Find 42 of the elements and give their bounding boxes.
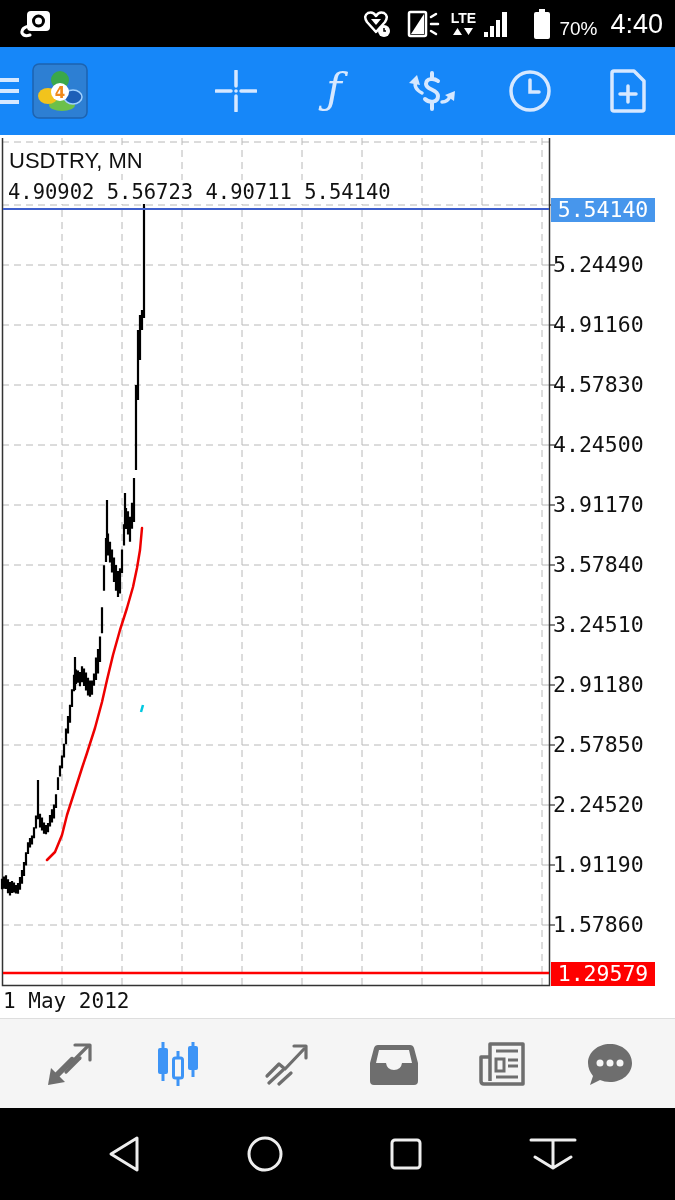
price-axis-label: 1.91190	[553, 852, 644, 878]
price-axis-label: 2.24520	[553, 792, 644, 818]
chat-bubble-icon[interactable]	[587, 1041, 633, 1086]
clock-icon[interactable]	[509, 70, 551, 112]
vibrate-icon	[407, 9, 442, 38]
price-axis-label: 2.91180	[553, 672, 644, 698]
price-axis-label: 3.24510	[553, 612, 644, 638]
heart-alarm-icon	[363, 9, 392, 38]
document-plus-icon[interactable]	[610, 69, 646, 113]
battery-percent: 70%	[559, 17, 598, 40]
trend-arrow-icon[interactable]	[263, 1041, 309, 1086]
indicator-dash	[139, 704, 145, 713]
price-axis-label: 5.24490	[553, 252, 644, 278]
menu-icon[interactable]	[0, 78, 19, 104]
function-button[interactable]: ƒ	[316, 59, 352, 123]
price-axis-label: 4.91160	[553, 312, 644, 338]
crosshair-icon[interactable]	[215, 70, 257, 112]
ohlc-values: 4.90902 5.56723 4.90711 5.54140	[8, 180, 391, 204]
exchange-arrows-icon[interactable]	[46, 1041, 94, 1086]
newspaper-icon[interactable]	[478, 1040, 526, 1087]
chart-symbol: USDTRY, MN	[9, 148, 143, 174]
back-icon[interactable]	[108, 1135, 140, 1173]
recents-icon[interactable]	[390, 1138, 422, 1170]
arrow-down-bar-icon[interactable]	[529, 1137, 577, 1171]
clock-time: 4:40	[610, 8, 663, 39]
price-axis-label: 4.24500	[553, 432, 644, 458]
price-axis-label: 2.57850	[553, 732, 644, 758]
price-axis-label: 3.91170	[553, 492, 644, 518]
signal-icon	[483, 10, 510, 37]
price-axis-label: 1.57860	[553, 912, 644, 938]
home-icon[interactable]	[247, 1136, 283, 1172]
inbox-icon[interactable]	[370, 1042, 418, 1085]
app-logo-icon[interactable]: 4	[32, 63, 88, 119]
price-axis-label: 4.57830	[553, 372, 644, 398]
notification-icon	[19, 9, 51, 38]
date-axis-label: 1 May 2012	[3, 988, 130, 1014]
network-type: LTE	[450, 11, 477, 25]
price-axis-label: 3.57840	[553, 552, 644, 578]
current-price-label: 5.54140	[551, 198, 655, 222]
battery-icon	[533, 8, 552, 39]
dollar-arrows-icon[interactable]	[407, 71, 457, 111]
level-price-label: 1.29579	[551, 962, 655, 986]
